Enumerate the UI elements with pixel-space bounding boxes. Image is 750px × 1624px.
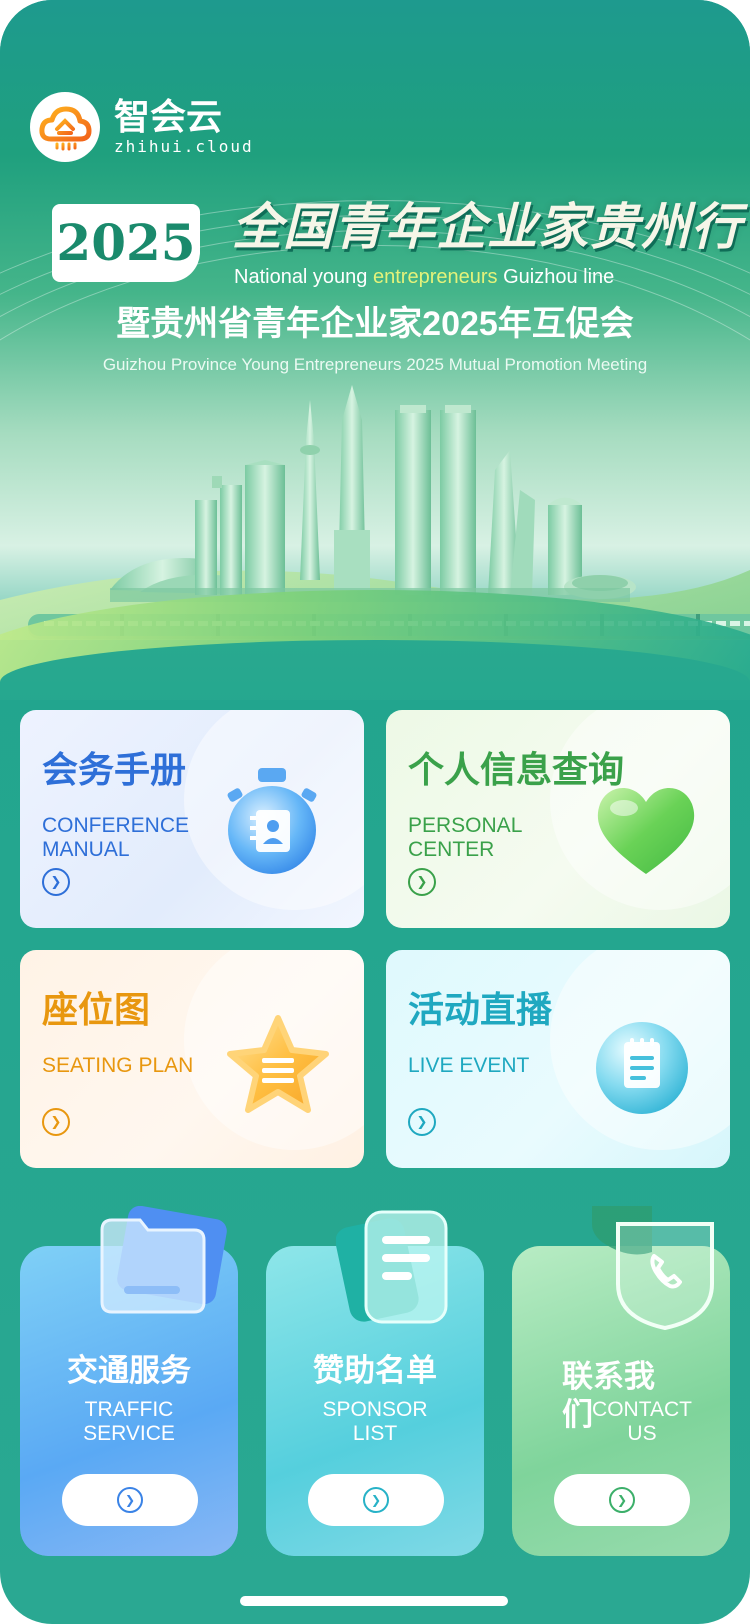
card-title: 会务手册 — [42, 749, 187, 790]
card-title: 座位图 — [42, 989, 151, 1030]
tile-title: 赞助名单 — [313, 1353, 437, 1388]
conference-manual-card[interactable]: 会务手册 CONFERENCE MANUAL ❯ — [20, 710, 364, 928]
tile-title: 交通服务 — [67, 1353, 191, 1388]
phone-icon — [592, 1206, 714, 1331]
app-screen: 智会云 zhihui.cloud 2025 全国青年企业家贵州行 Nationa… — [0, 0, 750, 1624]
tile-subtitle: CONTACT US — [592, 1398, 692, 1445]
hero-banner: 智会云 zhihui.cloud 2025 全国青年企业家贵州行 Nationa… — [0, 0, 750, 700]
notepad-icon — [596, 1022, 688, 1114]
handbook-icon — [227, 768, 317, 874]
event-subtitle: 暨贵州省青年企业家2025年互促会 — [116, 305, 634, 343]
seating-plan-card[interactable]: 座位图 SEATING PLAN ❯ — [20, 950, 364, 1168]
event-title-en-prefix: National young — [234, 266, 373, 288]
chevron-right-icon[interactable]: ❯ — [42, 1108, 70, 1136]
home-indicator[interactable] — [240, 1596, 508, 1606]
traffic-service-button[interactable]: ❯ — [62, 1474, 198, 1526]
tile-subtitle: SPONSOR LIST — [322, 1398, 428, 1445]
chevron-right-icon[interactable]: ❯ — [408, 868, 436, 896]
chevron-right-icon: ❯ — [117, 1487, 143, 1513]
event-title-en: National young entrepreneurs Guizhou lin… — [234, 264, 704, 290]
heart-icon — [597, 787, 695, 874]
chevron-right-icon: ❯ — [609, 1487, 635, 1513]
brand-name: 智会云 — [114, 96, 223, 137]
sponsor-list-button[interactable]: ❯ — [308, 1474, 444, 1526]
sponsor-list-tile[interactable]: 赞助名单 SPONSOR LIST ❯ — [266, 1206, 484, 1556]
card-title: 活动直播 — [408, 989, 553, 1030]
contact-us-button[interactable]: ❯ — [554, 1474, 690, 1526]
chevron-right-icon[interactable]: ❯ — [42, 868, 70, 896]
card-subtitle: PERSONAL CENTER — [408, 814, 522, 861]
cloud-logo-icon — [30, 92, 100, 162]
personal-center-card[interactable]: 个人信息查询 PERSONAL CENTER ❯ — [386, 710, 730, 928]
chevron-right-icon: ❯ — [363, 1487, 389, 1513]
star-icon — [227, 1015, 329, 1113]
event-year: 2025 — [52, 204, 200, 282]
document-icon — [336, 1210, 448, 1324]
event-title-en-highlight: entrepreneurs — [372, 266, 498, 288]
traffic-service-tile[interactable]: 交通服务 TRAFFIC SERVICE ❯ — [20, 1206, 238, 1556]
tile-subtitle: TRAFFIC SERVICE — [83, 1398, 175, 1445]
event-title: 全国青年企业家贵州行 — [232, 197, 742, 256]
brand-logo: 智会云 zhihui.cloud — [30, 92, 254, 162]
folder-icon — [100, 1206, 227, 1314]
event-subtitle-en: Guizhou Province Young Entrepreneurs 202… — [102, 355, 648, 374]
contact-us-tile[interactable]: 联系我们 CONTACT US ❯ — [512, 1206, 730, 1556]
live-event-card[interactable]: 活动直播 LIVE EVENT ❯ — [386, 950, 730, 1168]
chevron-right-icon[interactable]: ❯ — [408, 1108, 436, 1136]
card-subtitle: CONFERENCE MANUAL — [42, 814, 190, 861]
event-title-en-suffix: Guizhou line — [497, 266, 615, 288]
brand-domain: zhihui.cloud — [114, 137, 254, 156]
